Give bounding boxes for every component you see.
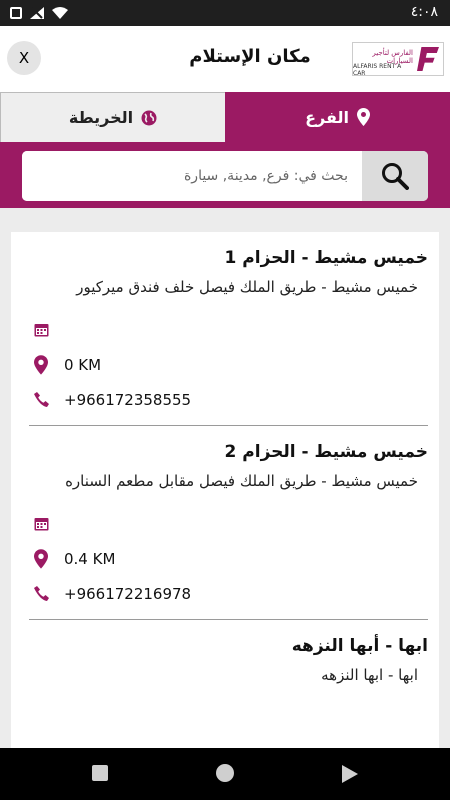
back-icon[interactable] — [342, 765, 358, 783]
tab-map-label: الخريطة — [68, 108, 134, 127]
branch-name: خميس مشيط - الحزام 2 — [224, 442, 428, 462]
location-pin-icon — [34, 354, 48, 375]
hours-row — [29, 312, 428, 347]
phone-row[interactable]: +966172358555 — [29, 382, 428, 417]
search-icon — [382, 163, 409, 190]
tab-branch[interactable]: الفرع — [225, 92, 450, 142]
branch-phone[interactable]: +966172216978 — [64, 585, 191, 603]
search-box — [22, 151, 428, 201]
branch-item[interactable]: خميس مشيط - الحزام 2 خميس مشيط - طريق ال… — [11, 426, 439, 620]
phone-icon — [33, 392, 49, 407]
branch-address: خميس مشيط - طريق الملك فيصل مقابل مطعم ا… — [65, 472, 418, 490]
branch-name: خميس مشيط - الحزام 1 — [224, 248, 428, 268]
tab-branch-label: الفرع — [305, 107, 349, 127]
home-icon[interactable] — [216, 764, 234, 782]
location-pin-icon — [356, 108, 370, 126]
logo-english-text: ALFARIS RENT A CAR — [353, 63, 402, 77]
tab-map[interactable]: الخريطة — [0, 92, 225, 142]
status-time: ٤:٠٨ — [410, 4, 438, 20]
wifi-icon — [52, 7, 68, 19]
distance-row: 0 KM — [29, 347, 428, 382]
calendar-icon — [34, 518, 48, 531]
branch-item[interactable]: ابها - أبها النزهه ابها - ابها النزهه — [11, 620, 439, 690]
recent-apps-icon[interactable] — [92, 765, 108, 781]
status-icons — [10, 6, 68, 20]
brand-logo: الفارس لتأجير السيارات ALFARIS RENT A CA… — [352, 42, 444, 77]
branch-item[interactable]: خميس مشيط - الحزام 1 خميس مشيط - طريق ال… — [11, 232, 439, 426]
globe-icon — [141, 110, 157, 125]
logo-mark-icon — [417, 47, 439, 71]
signal-muted-icon — [30, 7, 44, 19]
branch-list: خميس مشيط - الحزام 1 خميس مشيط - طريق ال… — [11, 232, 439, 752]
branch-name: ابها - أبها النزهه — [291, 636, 428, 656]
branch-address: خميس مشيط - طريق الملك فيصل خلف فندق مير… — [76, 278, 418, 296]
branch-phone[interactable]: +966172358555 — [64, 391, 191, 409]
phone-icon — [33, 586, 49, 601]
phone-row[interactable]: +966172216978 — [29, 576, 428, 611]
search-input[interactable] — [22, 151, 362, 201]
status-bar: ٤:٠٨ — [0, 0, 450, 26]
system-nav-bar — [0, 748, 450, 800]
notification-icon — [10, 7, 22, 19]
branch-distance: 0 KM — [64, 355, 102, 374]
branch-distance: 0.4 KM — [64, 549, 116, 568]
search-button[interactable] — [362, 151, 428, 201]
search-bar — [0, 142, 450, 208]
tab-bar: الخريطة الفرع — [0, 92, 450, 142]
distance-row: 0.4 KM — [29, 541, 428, 576]
location-pin-icon — [34, 548, 48, 569]
hours-row — [29, 506, 428, 541]
branch-address: ابها - ابها النزهه — [321, 666, 418, 684]
calendar-icon — [34, 324, 48, 337]
header: X مكان الإستلام الفارس لتأجير السيارات A… — [0, 26, 450, 92]
